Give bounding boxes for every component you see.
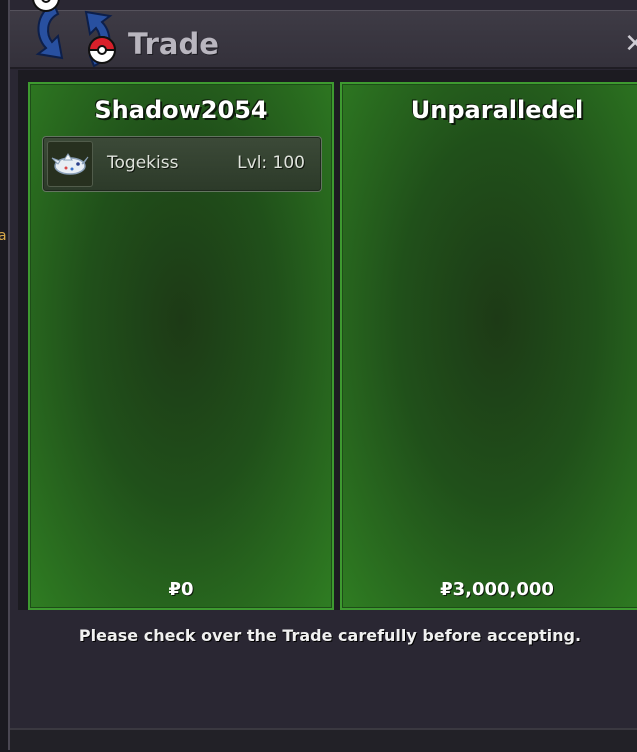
pokemon-name: Togekiss — [107, 153, 179, 173]
trade-panels: Shadow2054 Togekiss Lvl: 100 ₽0 Unparall… — [18, 70, 637, 610]
right-trainer-name: Unparalledel — [410, 96, 584, 124]
trade-window: Trade ✕ Shadow2054 Togekiss Lvl: 100 ₽0 … — [8, 0, 637, 752]
left-trainer-name: Shadow2054 — [94, 96, 268, 124]
trade-notice: Please check over the Trade carefully be… — [78, 626, 582, 645]
pokemon-slot[interactable]: Togekiss Lvl: 100 — [42, 136, 322, 192]
left-trade-panel: Shadow2054 Togekiss Lvl: 100 ₽0 — [28, 82, 334, 610]
pokemon-level: Lvl: 100 — [237, 153, 305, 173]
right-trade-panel: Unparalledel ₽3,000,000 — [340, 82, 637, 610]
trade-logo-icon — [32, 0, 117, 68]
right-money-offer: ₽3,000,000 — [440, 579, 554, 600]
pokemon-sprite — [51, 153, 89, 175]
left-money-offer: ₽0 — [168, 579, 194, 600]
window-title: Trade — [128, 27, 219, 61]
offscreen-text-fragment: a — [0, 228, 7, 244]
close-icon[interactable]: ✕ — [624, 29, 637, 59]
window-bottom-edge — [10, 728, 637, 752]
togekiss-icon — [47, 141, 93, 187]
